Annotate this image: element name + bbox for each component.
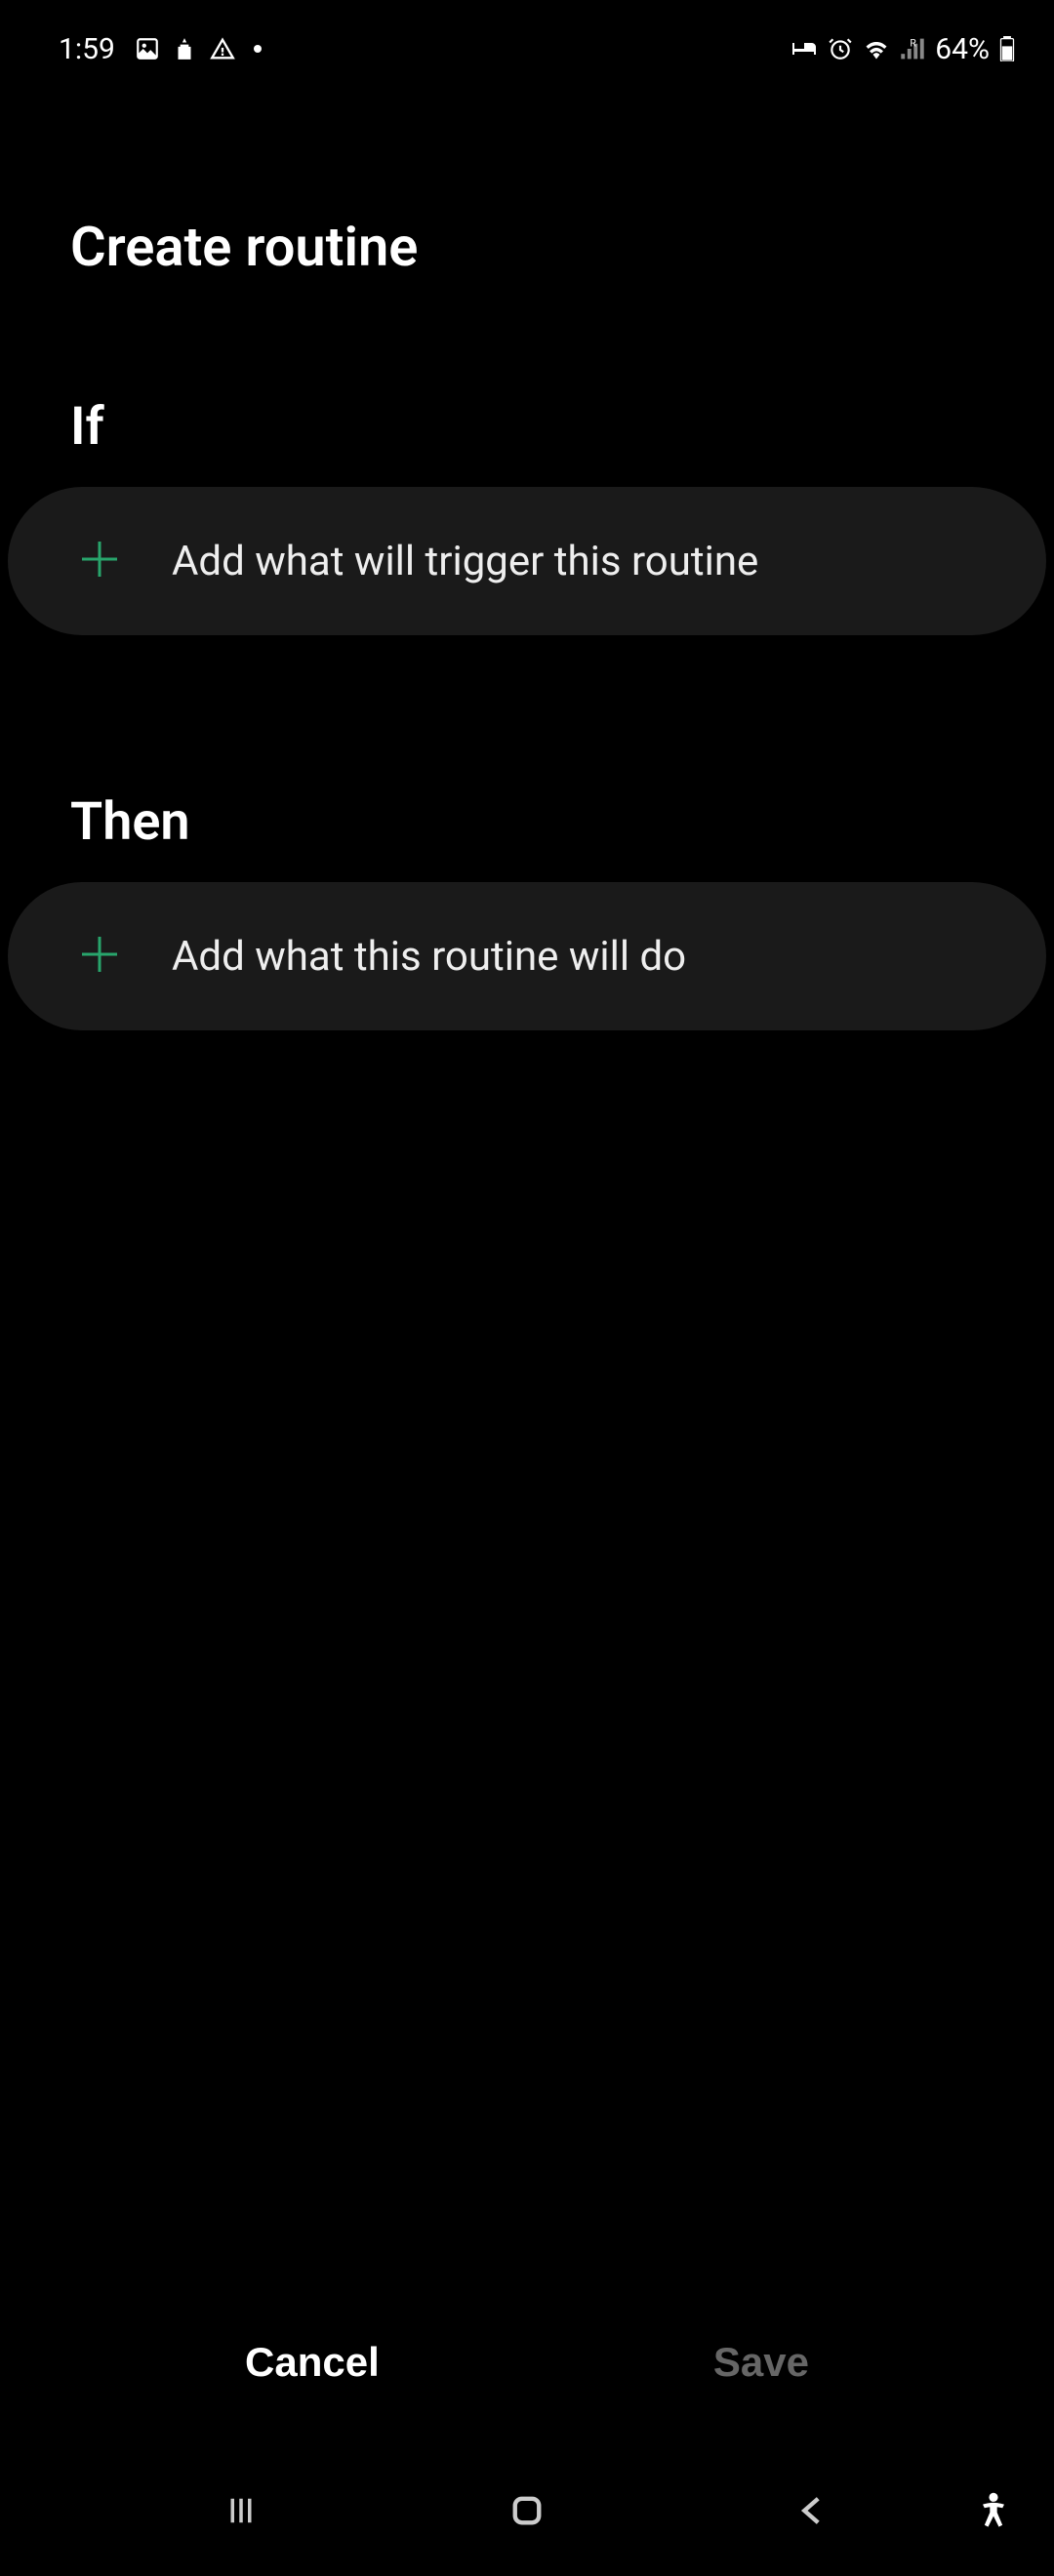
add-action-label: Add what this routine will do bbox=[172, 933, 686, 981]
status-bar-right: R 64% bbox=[790, 32, 1015, 66]
page-title: Create routine bbox=[0, 88, 1054, 318]
svg-text:R: R bbox=[911, 38, 917, 49]
navigation-bar bbox=[0, 2449, 1054, 2576]
signal-icon: R bbox=[900, 38, 925, 60]
wifi-icon bbox=[863, 38, 890, 60]
bottom-actions: Cancel Save bbox=[0, 2319, 1054, 2405]
home-icon[interactable] bbox=[507, 2490, 547, 2535]
battery-percentage: 64% bbox=[935, 32, 990, 66]
add-trigger-label: Add what will trigger this routine bbox=[172, 538, 758, 585]
if-section-label: If bbox=[0, 318, 1054, 487]
add-trigger-button[interactable]: Add what will trigger this routine bbox=[8, 487, 1046, 635]
plus-icon bbox=[76, 536, 123, 586]
status-bar: 1:59 R 64% bbox=[0, 0, 1054, 88]
recents-icon[interactable] bbox=[221, 2490, 262, 2535]
notification-dot-icon bbox=[254, 45, 262, 53]
bed-icon bbox=[790, 39, 818, 59]
status-bar-left: 1:59 bbox=[59, 32, 262, 66]
status-time: 1:59 bbox=[59, 32, 115, 66]
alarm-icon bbox=[828, 36, 853, 61]
cancel-button[interactable]: Cancel bbox=[206, 2319, 419, 2405]
then-section-label: Then bbox=[0, 635, 1054, 882]
battery-icon bbox=[999, 36, 1015, 61]
plus-icon bbox=[76, 931, 123, 982]
prayer-icon bbox=[172, 36, 197, 61]
warning-icon bbox=[209, 35, 236, 62]
accessibility-icon[interactable] bbox=[972, 2490, 1015, 2537]
image-icon bbox=[135, 36, 160, 61]
add-action-button[interactable]: Add what this routine will do bbox=[8, 882, 1046, 1030]
back-icon[interactable] bbox=[792, 2490, 833, 2535]
save-button[interactable]: Save bbox=[674, 2319, 848, 2405]
